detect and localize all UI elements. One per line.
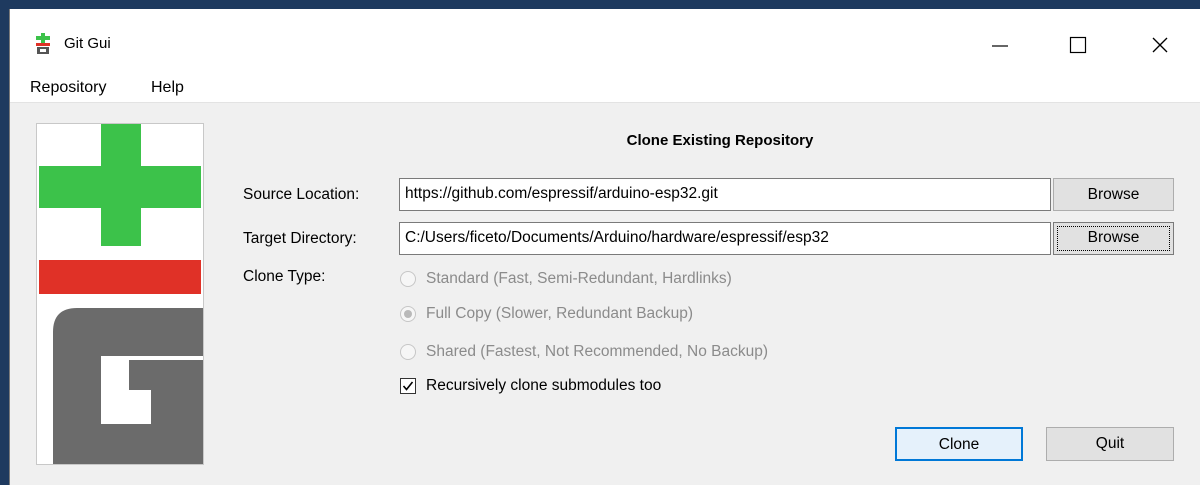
- radio-standard-label: Standard (Fast, Semi-Redundant, Hardlink…: [426, 270, 732, 287]
- radio-button[interactable]: [400, 344, 416, 360]
- quit-button[interactable]: Quit: [1046, 427, 1174, 461]
- radio-full-copy[interactable]: Full Copy (Slower, Redundant Backup): [400, 305, 693, 323]
- title-bar: Git Gui: [10, 9, 1200, 73]
- radio-button[interactable]: [400, 271, 416, 287]
- checkbox-checked[interactable]: [400, 378, 416, 394]
- menu-repository[interactable]: Repository: [30, 79, 106, 97]
- radio-shared[interactable]: Shared (Fastest, Not Recommended, No Bac…: [400, 343, 768, 361]
- close-icon[interactable]: [1138, 25, 1182, 65]
- target-directory-label: Target Directory:: [243, 230, 357, 247]
- dialog-heading: Clone Existing Repository: [626, 132, 814, 149]
- menu-bar: Repository Help: [10, 73, 1200, 103]
- source-location-label: Source Location:: [243, 186, 360, 203]
- clone-button[interactable]: Clone: [895, 427, 1023, 461]
- git-gui-window: Git Gui Repository Help Clone Existing R…: [9, 9, 1200, 485]
- maximize-icon[interactable]: [1056, 25, 1100, 65]
- recursive-label: Recursively clone submodules too: [426, 377, 662, 394]
- radio-standard[interactable]: Standard (Fast, Semi-Redundant, Hardlink…: [400, 270, 732, 288]
- menu-help[interactable]: Help: [151, 79, 184, 97]
- git-logo: [36, 123, 204, 465]
- window-title: Git Gui: [64, 35, 111, 52]
- radio-button-selected[interactable]: [400, 306, 416, 322]
- target-browse-label: Browse: [1087, 229, 1140, 246]
- clone-type-label: Clone Type:: [243, 268, 326, 285]
- radio-full-copy-label: Full Copy (Slower, Redundant Backup): [426, 305, 694, 322]
- source-location-input[interactable]: https://github.com/espressif/arduino-esp…: [399, 178, 1051, 211]
- minimize-icon[interactable]: [978, 25, 1022, 65]
- radio-shared-label: Shared (Fastest, Not Recommended, No Bac…: [426, 343, 769, 360]
- target-browse-button[interactable]: Browse: [1053, 222, 1174, 255]
- git-app-icon: [34, 33, 52, 55]
- source-browse-button[interactable]: Browse: [1053, 178, 1174, 211]
- recursive-checkbox-row[interactable]: Recursively clone submodules too: [400, 377, 661, 395]
- target-directory-input[interactable]: C:/Users/ficeto/Documents/Arduino/hardwa…: [399, 222, 1051, 255]
